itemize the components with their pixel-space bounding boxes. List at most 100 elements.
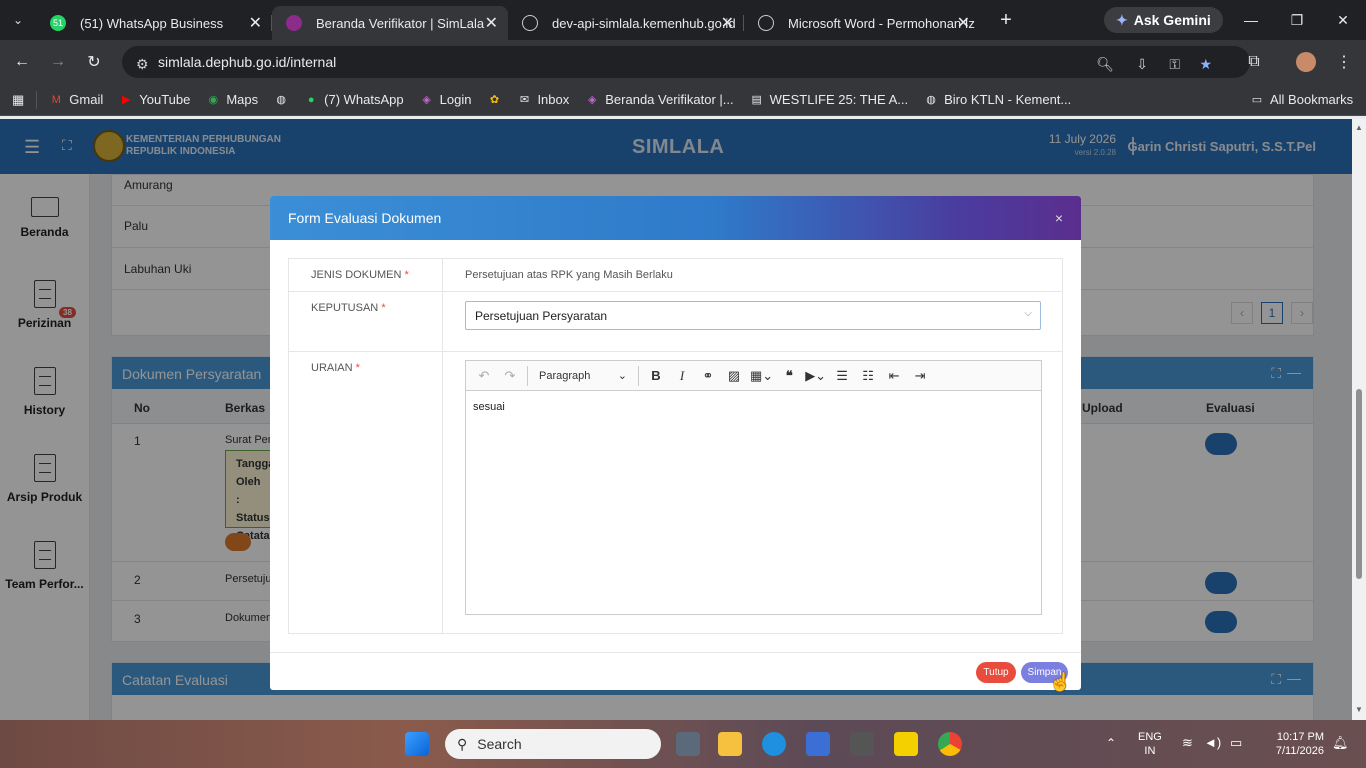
- bookmark-maps[interactable]: ◉ Maps: [198, 92, 266, 107]
- folder-icon: ▭: [1251, 94, 1263, 106]
- bookmark-westlife[interactable]: ▤ WESTLIFE 25: THE A...: [742, 92, 916, 107]
- numbered-list-icon[interactable]: ☷: [856, 364, 880, 388]
- simlala-icon: [286, 15, 302, 31]
- search-icon: ⚲: [457, 735, 468, 752]
- uraian-editor-content[interactable]: sesuai: [466, 391, 1041, 423]
- camera-icon[interactable]: [850, 732, 874, 756]
- close-tab-icon[interactable]: ✕: [721, 13, 734, 33]
- rich-text-editor: ↶ ↷ Paragraph⌄ B I ⚭ ▨ ▦⌄ ❝ ▶⌄ ☰ ☷ ⇤ ⇥: [465, 360, 1042, 615]
- edge-icon[interactable]: [762, 732, 786, 756]
- bookmark-whatsapp[interactable]: ● (7) WhatsApp: [296, 92, 411, 107]
- language-indicator[interactable]: ENG IN: [1138, 730, 1162, 758]
- tab-simlala[interactable]: Beranda Verifikator | SimLala ✕: [272, 6, 508, 40]
- apps-grid-icon[interactable]: ▦: [0, 92, 32, 108]
- file-explorer-icon[interactable]: [718, 732, 742, 756]
- bookmark-label: All Bookmarks: [1270, 92, 1354, 107]
- redo-icon[interactable]: ↷: [498, 364, 522, 388]
- simlala-icon: ◈: [588, 94, 597, 106]
- tab-search-chevron-icon[interactable]: ⌄: [0, 0, 36, 40]
- bookmarks-bar: ▦ M Gmail ▶ YouTube ◉ Maps ◍ ● (7) WhatsApp …: [0, 84, 1366, 116]
- windows-start-icon[interactable]: [405, 732, 429, 756]
- indent-icon[interactable]: ⇥: [908, 364, 932, 388]
- keputusan-select[interactable]: Persetujuan Persyaratan ⌵: [465, 301, 1041, 330]
- page-scrollbar[interactable]: ▲ ▼: [1352, 119, 1366, 720]
- extensions-icon[interactable]: ⧉: [1236, 44, 1272, 80]
- close-window-icon[interactable]: ✕: [1320, 0, 1366, 40]
- link-icon[interactable]: ⚭: [696, 364, 720, 388]
- bookmark-star-icon[interactable]: ★: [1199, 56, 1212, 73]
- reload-icon[interactable]: ↻: [76, 44, 112, 80]
- bold-icon[interactable]: B: [644, 364, 668, 388]
- tab-whatsapp[interactable]: 51 (51) WhatsApp Business ✕: [36, 6, 272, 40]
- tutup-button[interactable]: Tutup: [976, 662, 1016, 683]
- wifi-icon[interactable]: ≋: [1182, 736, 1193, 750]
- insert-image-icon[interactable]: ▨: [722, 364, 746, 388]
- form-evaluasi-modal: Form Evaluasi Dokumen × JENIS DOKUMEN * …: [270, 196, 1081, 690]
- italic-icon[interactable]: I: [670, 364, 694, 388]
- insert-table-icon[interactable]: ▦⌄: [748, 364, 775, 388]
- back-icon[interactable]: ←: [4, 44, 40, 80]
- bookmark-beranda[interactable]: ◈ Beranda Verifikator |...: [577, 92, 741, 107]
- close-tab-icon[interactable]: ✕: [249, 13, 262, 33]
- minimize-icon[interactable]: —: [1228, 0, 1274, 40]
- bookmark-login[interactable]: ◈ Login: [412, 92, 480, 107]
- blockquote-icon[interactable]: ❝: [777, 364, 801, 388]
- sticky-notes-icon[interactable]: [894, 732, 918, 756]
- undo-icon[interactable]: ↶: [472, 364, 496, 388]
- password-key-icon[interactable]: ⚿: [1169, 56, 1180, 73]
- close-icon[interactable]: ×: [1055, 210, 1063, 226]
- windows-taskbar: ⚲ Search ⌃ ENG IN ≋ ◄) ▭ 10:17 PM 7/11/2…: [0, 720, 1366, 768]
- tab-word[interactable]: Microsoft Word - Permohonan Iz ✕: [744, 6, 980, 40]
- bulleted-list-icon[interactable]: ☰: [830, 364, 854, 388]
- youtube-icon: ▶: [122, 94, 131, 106]
- install-icon[interactable]: ⇩: [1136, 56, 1148, 73]
- forward-icon[interactable]: →: [40, 44, 76, 80]
- taskbar-search[interactable]: ⚲ Search: [445, 729, 661, 759]
- bookmark-youtube[interactable]: ▶ YouTube: [111, 92, 198, 107]
- bookmark-photos[interactable]: ✿: [479, 93, 509, 107]
- paragraph-style-dropdown[interactable]: Paragraph ⌄: [533, 364, 633, 388]
- notification-bell-icon[interactable]: 🔔︎: [1332, 736, 1349, 750]
- tray-chevron-up-icon[interactable]: ⌃: [1106, 736, 1116, 750]
- bookmark-gmail[interactable]: M Gmail: [41, 92, 111, 107]
- site-info-icon[interactable]: ⚙: [136, 56, 149, 73]
- task-view-icon[interactable]: [676, 732, 700, 756]
- url-text: simlala.dephub.go.id/internal: [158, 54, 337, 70]
- scrollbar-thumb[interactable]: [1356, 389, 1362, 579]
- battery-icon[interactable]: ▭: [1230, 736, 1242, 750]
- zoom-icon[interactable]: 🔍︎: [1096, 56, 1114, 73]
- photos-icon: ✿: [489, 94, 500, 106]
- close-tab-icon[interactable]: ✕: [957, 13, 970, 33]
- bookmark-label: Login: [439, 92, 472, 107]
- globe-icon: [758, 15, 774, 31]
- url-input[interactable]: ⚙ simlala.dephub.go.id/internal 🔍︎ ⇩ ⚿ ★: [122, 46, 1250, 78]
- copilot-icon[interactable]: [806, 732, 830, 756]
- profile-avatar[interactable]: [1296, 52, 1316, 72]
- form-row-keputusan: KEPUTUSAN * Persetujuan Persyaratan ⌵: [289, 292, 1062, 352]
- chrome-icon[interactable]: [938, 732, 962, 756]
- ask-gemini-button[interactable]: ✦ Ask Gemini: [1104, 7, 1223, 33]
- menu-kebab-icon[interactable]: ⋮: [1326, 44, 1362, 80]
- restore-icon[interactable]: ❐: [1274, 0, 1320, 40]
- whatsapp-icon: ●: [307, 93, 315, 106]
- close-tab-icon[interactable]: ✕: [485, 13, 498, 33]
- media-embed-icon[interactable]: ▶⌄: [803, 364, 828, 388]
- tab-dev-api[interactable]: dev-api-simlala.kemenhub.go.id ✕: [508, 6, 744, 40]
- volume-icon[interactable]: ◄): [1204, 736, 1221, 750]
- modal-title: Form Evaluasi Dokumen: [288, 210, 442, 226]
- globe-icon: [522, 15, 538, 31]
- bookmark-globe[interactable]: ◍: [266, 93, 296, 107]
- modal-header: Form Evaluasi Dokumen ×: [270, 196, 1081, 240]
- tab-title: Beranda Verifikator | SimLala: [316, 15, 485, 31]
- gemini-icon: ✦: [1116, 11, 1128, 28]
- taskbar-clock[interactable]: 10:17 PM 7/11/2026: [1268, 730, 1324, 758]
- search-placeholder: Search: [477, 736, 522, 752]
- new-tab-icon[interactable]: +: [990, 4, 1022, 36]
- bookmark-label: WESTLIFE 25: THE A...: [769, 92, 909, 107]
- maps-icon: ◉: [208, 94, 219, 106]
- bookmark-biro[interactable]: ◍ Biro KTLN - Kement...: [916, 92, 1079, 107]
- chevron-down-icon: ⌵: [1024, 308, 1032, 319]
- outdent-icon[interactable]: ⇤: [882, 364, 906, 388]
- all-bookmarks[interactable]: ▭ All Bookmarks: [1242, 92, 1361, 107]
- bookmark-inbox[interactable]: ✉ Inbox: [509, 92, 577, 107]
